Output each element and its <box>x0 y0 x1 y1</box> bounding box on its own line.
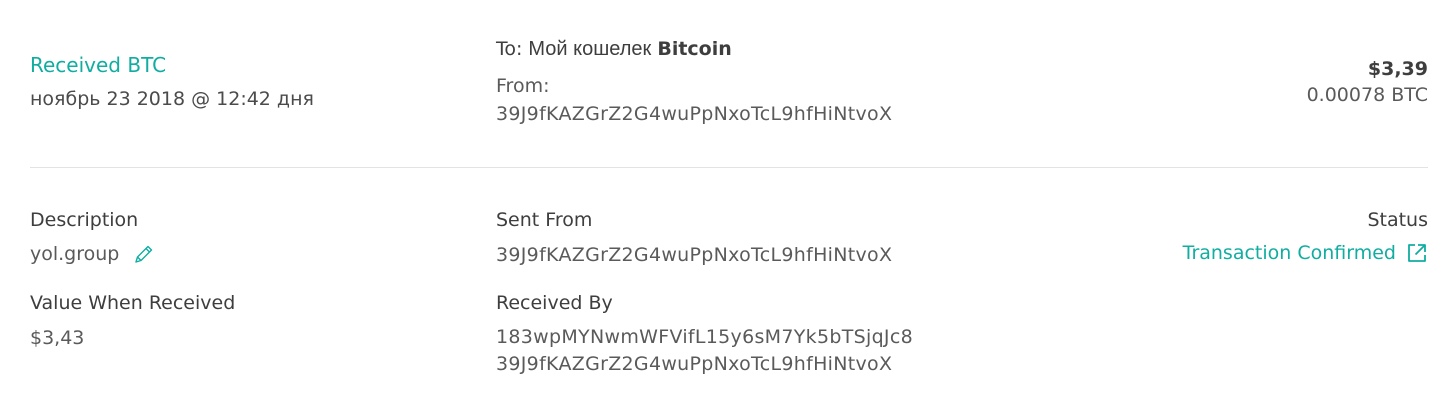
status-link[interactable]: Transaction Confirmed <box>1183 242 1428 264</box>
transaction-date: ноябрь 23 2018 @ 12:42 дня <box>30 88 314 110</box>
from-label: From: <box>496 75 550 97</box>
crypto-amount: 0.00078 BTC <box>1306 84 1428 106</box>
sent-from-address: 39J9fKAZGrZ2G4wuPpNxoTcL9hfHiNtvoX <box>496 244 893 266</box>
sent-from-label: Sent From <box>496 209 593 231</box>
description-label: Description <box>30 209 139 231</box>
description-value: yol.group <box>30 243 120 265</box>
status-label: Status <box>1367 209 1428 231</box>
pencil-icon[interactable] <box>133 243 155 265</box>
to-line: To: Мой кошелек Bitcoin <box>496 38 732 61</box>
value-when-received-label: Value When Received <box>30 292 236 314</box>
status-value[interactable]: Transaction Confirmed <box>1183 242 1396 264</box>
from-address: 39J9fKAZGrZ2G4wuPpNxoTcL9hfHiNtvoX <box>496 103 893 125</box>
to-wallet-currency: Bitcoin <box>657 38 732 60</box>
to-wallet-name: Мой кошелек <box>528 38 652 60</box>
received-by-address: 183wpMYNwmWFVifL15y6sM7Yk5bTSjqJc8 <box>496 326 913 348</box>
received-by-label: Received By <box>496 292 613 314</box>
fiat-amount: $3,39 <box>1367 58 1428 80</box>
description-field[interactable]: yol.group <box>30 243 155 265</box>
to-label: To: <box>496 38 523 60</box>
transaction-type-title: Received BTC <box>30 53 167 77</box>
divider <box>30 167 1428 168</box>
transaction-details: Received BTC ноябрь 23 2018 @ 12:42 дня … <box>0 0 1450 410</box>
value-when-received: $3,43 <box>30 327 85 349</box>
received-by-address: 39J9fKAZGrZ2G4wuPpNxoTcL9hfHiNtvoX <box>496 353 893 375</box>
external-link-icon[interactable] <box>1406 242 1428 264</box>
